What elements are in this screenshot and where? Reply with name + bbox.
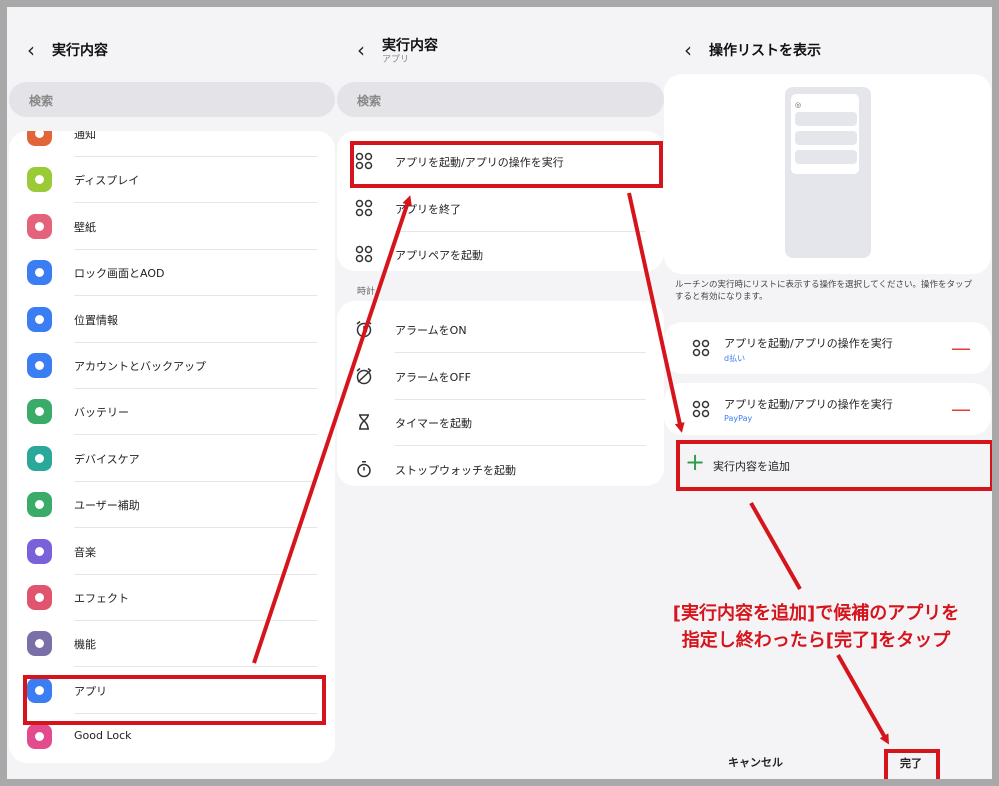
arrow-to-done xyxy=(836,654,889,745)
annotation-arrows xyxy=(252,192,889,745)
screenshot-frame: ‹ 実行内容 検索 通知 ディスプレイ 壁紙 ロック画面とAOD 位置情報 アカウントとバ… xyxy=(0,0,999,786)
annotation-note: [実行内容を追加]で候補のアプリを 指定し終わったら[完了]をタップ xyxy=(657,600,975,654)
arrow-to-add-action xyxy=(627,192,685,433)
arrow-to-launch-app xyxy=(252,195,412,664)
annotation-line-1: [実行内容を追加]で候補のアプリを xyxy=(672,603,960,624)
arrow-to-note xyxy=(749,502,802,590)
annotation-line-2: 指定し終わったら[完了]をタップ xyxy=(681,630,951,651)
